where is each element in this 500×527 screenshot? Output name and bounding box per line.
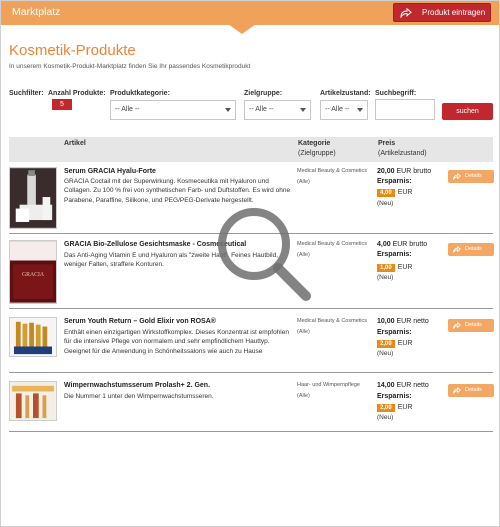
savings-label: Ersparnis:: [377, 178, 412, 185]
savings-unit: EUR: [397, 340, 413, 347]
filter-label: Suchfilter:: [9, 90, 44, 97]
topbar-notch: [228, 24, 256, 34]
target-select-value: -- Alle --: [249, 106, 274, 113]
product-category: Medical Beauty & Cosmetics: [297, 318, 367, 324]
col-price: Preis: [378, 140, 396, 147]
share-arrow-icon: [453, 387, 461, 394]
price-suffix: EUR brutto: [396, 168, 432, 175]
product-category: Haar- und Wimpernpflege: [297, 382, 360, 388]
share-arrow-icon: [453, 246, 461, 253]
chevron-down-icon: [357, 108, 363, 112]
price-value: 20,00: [377, 168, 395, 175]
product-description: Enthält einen einzigartigen Wirkstoffkom…: [64, 329, 289, 355]
savings-label: Ersparnis:: [377, 251, 412, 258]
product-target: (Alle): [297, 329, 310, 335]
search-input[interactable]: [375, 99, 435, 120]
page-subtitle: In unserem Kosmetik-Produkt-Marktplatz f…: [9, 63, 251, 70]
product-category: Medical Beauty & Cosmetics: [297, 168, 367, 174]
savings: 4,00 EUR: [377, 188, 412, 197]
product-image[interactable]: [9, 167, 57, 229]
page-title: Kosmetik-Produkte: [9, 42, 136, 59]
target-filter-label: Zielgruppe:: [244, 90, 283, 97]
product-title[interactable]: Wimpernwachstumsserum Prolash+ 2. Gen.: [64, 382, 210, 389]
savings: 2,00 EUR: [377, 403, 412, 412]
product-price: 10,00 EUR netto: [377, 318, 429, 325]
product-count-badge: 5: [52, 99, 72, 110]
details-label: Details: [465, 322, 482, 328]
details-label: Details: [465, 173, 482, 179]
product-condition: (Neu): [377, 350, 394, 357]
savings: 2,00 EUR: [377, 339, 412, 348]
price-suffix: EUR netto: [396, 318, 429, 325]
topbar-title: Marktplatz: [12, 6, 61, 18]
savings: 1,00 EUR: [377, 263, 412, 272]
savings-label: Ersparnis:: [377, 393, 412, 400]
product-price: 4,00 EUR brutto: [377, 241, 427, 248]
produkt-eintragen-label: Produkt eintragen: [422, 8, 486, 17]
condition-select[interactable]: -- Alle --: [320, 100, 368, 120]
magnifier-icon: [218, 208, 311, 301]
condition-filter-label: Artikelzustand:: [320, 90, 371, 97]
product-image[interactable]: [9, 317, 57, 357]
search-button[interactable]: suchen: [442, 103, 493, 120]
savings-badge: 4,00: [377, 188, 395, 197]
col-article: Artikel: [64, 140, 86, 147]
product-row: Serum Youth Return – Gold Elixir von ROS…: [9, 311, 494, 373]
details-label: Details: [465, 246, 482, 252]
product-image-brand: GRACIA: [22, 272, 45, 278]
search-label: Suchbegriff:: [375, 90, 417, 97]
product-count-label: Anzahl Produkte:: [48, 90, 106, 97]
product-image[interactable]: GRACIA: [9, 240, 57, 304]
details-button[interactable]: Details: [448, 170, 494, 183]
details-label: Details: [465, 387, 482, 393]
price-value: 14,00: [377, 382, 395, 389]
savings-unit: EUR: [397, 189, 413, 196]
price-suffix: EUR netto: [396, 382, 429, 389]
savings-badge: 2,00: [377, 339, 395, 348]
savings-unit: EUR: [397, 264, 413, 271]
price-value: 4,00: [377, 241, 391, 248]
product-image[interactable]: [9, 381, 57, 421]
price-value: 10,00: [377, 318, 395, 325]
share-arrow-icon: [400, 7, 412, 18]
details-button[interactable]: Details: [448, 384, 494, 397]
details-button[interactable]: Details: [448, 243, 494, 256]
target-select[interactable]: -- Alle --: [244, 100, 311, 120]
table-header: Artikel Kategorie (Zielgruppe) Preis (Ar…: [9, 137, 493, 162]
col-category-sub: (Zielgruppe): [298, 150, 336, 157]
product-price: 14,00 EUR netto: [377, 382, 429, 389]
share-arrow-icon: [453, 322, 461, 329]
savings-badge: 1,00: [377, 263, 395, 272]
savings-unit: EUR: [397, 404, 413, 411]
category-select[interactable]: -- Alle --: [110, 100, 236, 120]
price-suffix: EUR brutto: [392, 241, 428, 248]
chevron-down-icon: [225, 108, 231, 112]
produkt-eintragen-button[interactable]: Produkt eintragen: [393, 3, 491, 22]
col-category: Kategorie: [298, 140, 331, 147]
details-button[interactable]: Details: [448, 319, 494, 332]
top-bar: Marktplatz Produkt eintragen: [1, 1, 499, 25]
product-price: 20,00 EUR brutto: [377, 168, 431, 175]
product-target: (Alle): [297, 393, 310, 399]
product-title[interactable]: Serum Youth Return – Gold Elixir von ROS…: [64, 318, 216, 325]
chevron-down-icon: [300, 108, 306, 112]
category-select-value: -- Alle --: [115, 106, 140, 113]
product-condition: (Neu): [377, 274, 394, 281]
share-arrow-icon: [453, 173, 461, 180]
product-row: Wimpernwachstumsserum Prolash+ 2. Gen. D…: [9, 375, 494, 432]
product-condition: (Neu): [377, 414, 394, 421]
condition-select-value: -- Alle --: [325, 106, 350, 113]
savings-label: Ersparnis:: [377, 329, 412, 336]
col-price-sub: (Artikelzustand): [378, 150, 427, 157]
product-target: (Alle): [297, 179, 310, 185]
product-title[interactable]: Serum GRACIA Hyalu-Forte: [64, 168, 156, 175]
savings-badge: 2,00: [377, 403, 395, 412]
product-description: Die Nummer 1 unter den Wimpernwachstumss…: [64, 393, 214, 400]
product-condition: (Neu): [377, 200, 394, 207]
category-filter-label: Produktkategorie:: [110, 90, 170, 97]
